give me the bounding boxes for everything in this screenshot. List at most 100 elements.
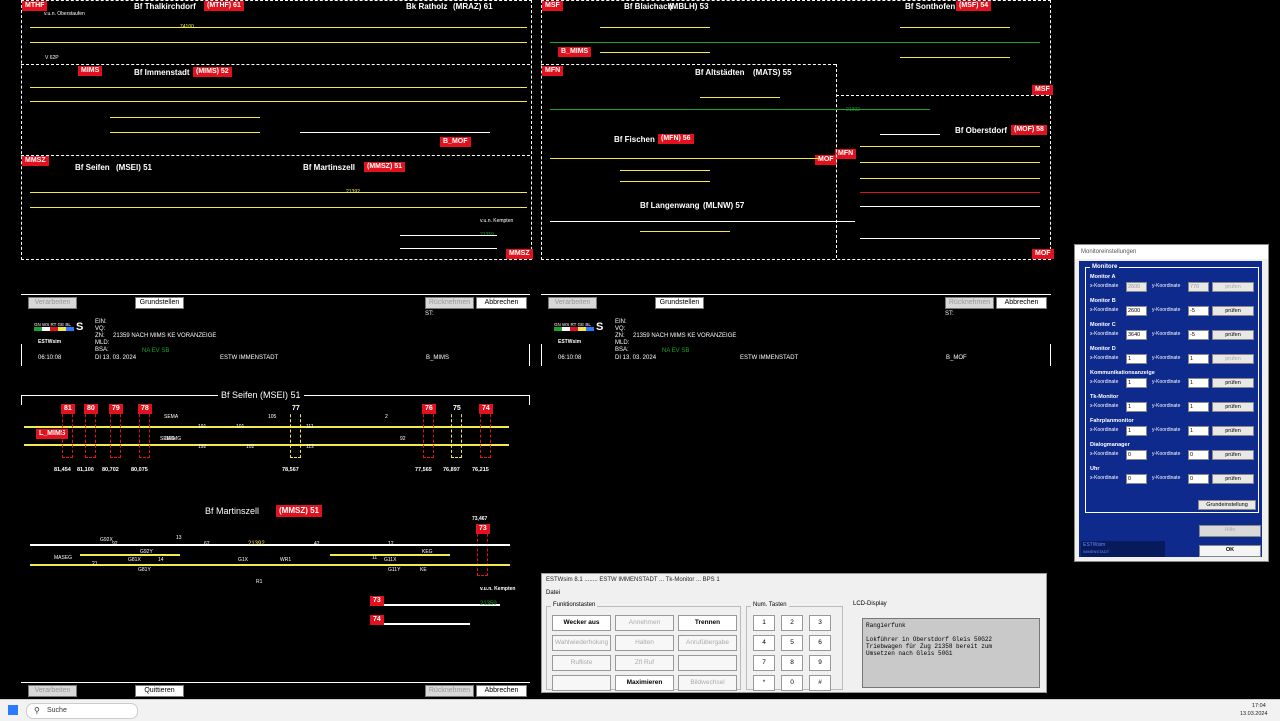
b-mims-tag[interactable]: B_MIMS — [558, 47, 592, 57]
monitor-row-y-input[interactable]: -5 — [1188, 330, 1209, 340]
tk-func-button[interactable] — [678, 655, 737, 671]
monitor-row-x-input[interactable]: 1 — [1126, 426, 1147, 436]
tk-num-key[interactable]: 7 — [753, 655, 775, 671]
ctl-right-abbrechen-button[interactable]: Abbrechen — [996, 297, 1047, 309]
mfn-tag-right[interactable]: MFN — [835, 149, 857, 159]
track-seifen-2 — [30, 207, 527, 208]
monitor-row-y-input[interactable]: 770 — [1188, 282, 1209, 292]
seifen-signal-label[interactable]: 75 — [450, 404, 464, 414]
ctl-bottom-quittieren-button[interactable]: Quittieren — [135, 685, 184, 697]
grundeinstellung-button[interactable]: Grundeinstellung — [1198, 500, 1256, 510]
monitor-row-y-input[interactable]: 1 — [1188, 354, 1209, 364]
seifen-signal-label[interactable]: 78 — [138, 404, 152, 414]
tk-num-key[interactable]: * — [753, 675, 775, 691]
ctl-right-ruecknehmen-button[interactable]: Rücknehmen — [945, 297, 994, 309]
tk-func-button[interactable] — [552, 675, 611, 691]
monitor-row-x-input[interactable]: 1 — [1126, 402, 1147, 412]
monitor-row-check-button[interactable]: prüfen — [1212, 450, 1254, 460]
monitor-row-check-button[interactable]: prüfen — [1212, 282, 1254, 292]
monitor-row-check-button[interactable]: prüfen — [1212, 306, 1254, 316]
monitor-row-x-label: x-Koordinate — [1090, 427, 1119, 433]
mims-tag[interactable]: MIMS — [78, 66, 103, 76]
tk-func-button[interactable]: Maximieren — [615, 675, 674, 691]
b-mof-tag[interactable]: B_MOF — [440, 137, 471, 147]
ctl-left-ruecknehmen-button[interactable]: Rücknehmen — [425, 297, 474, 309]
tk-func-button[interactable]: Rufliste — [552, 655, 611, 671]
tk-num-key[interactable]: 6 — [809, 635, 831, 651]
mmsz-tag-left[interactable]: MMSZ — [22, 156, 49, 166]
tk-func-button[interactable]: Annehmen — [615, 615, 674, 631]
ctl-bottom-verarbeiten-button[interactable]: Verarbeiten — [28, 685, 77, 697]
monitor-row-check-button[interactable]: prüfen — [1212, 426, 1254, 436]
tk-func-button[interactable]: Bildwechsel — [678, 675, 737, 691]
tk-num-key[interactable]: 0 — [781, 675, 803, 691]
tk-num-key[interactable]: # — [809, 675, 831, 691]
monitor-row-check-button[interactable]: prüfen — [1212, 378, 1254, 388]
mof-tag-bottom[interactable]: MOF — [1032, 249, 1054, 259]
monitor-row-x-input[interactable]: 2600 — [1126, 282, 1147, 292]
mfn-tag[interactable]: MFN — [542, 66, 564, 76]
seifen-signal-label[interactable]: 80 — [84, 404, 98, 414]
tk-num-key[interactable]: 9 — [809, 655, 831, 671]
monitor-row-check-button[interactable]: prüfen — [1212, 354, 1254, 364]
msf-tag-right[interactable]: MSF — [1032, 85, 1053, 95]
hilfe-button[interactable]: Hilfe — [1199, 525, 1261, 537]
ctl-bottom-ruecknehmen-button[interactable]: Rücknehmen — [425, 685, 474, 697]
monitor-row-y-input[interactable]: 0 — [1188, 474, 1209, 484]
monitor-row-y-input[interactable]: 1 — [1188, 426, 1209, 436]
tk-func-button[interactable]: Halten — [615, 635, 674, 651]
monitor-row-y-input[interactable]: -5 — [1188, 306, 1209, 316]
monitor-row-check-button[interactable]: prüfen — [1212, 474, 1254, 484]
tk-func-button[interactable]: Zfl Ruf — [615, 655, 674, 671]
ctl-right-verarbeiten-button[interactable]: Verarbeiten — [548, 297, 597, 309]
monitor-row-x-input[interactable]: 0 — [1126, 474, 1147, 484]
monitor-row-y-input[interactable]: 1 — [1188, 402, 1209, 412]
seifen-signal-label[interactable]: 76 — [422, 404, 436, 414]
seifen-signal-label[interactable]: 77 — [289, 404, 303, 414]
monitor-row-y-input[interactable]: 0 — [1188, 450, 1209, 460]
tk-func-button[interactable]: Wecker aus — [552, 615, 611, 631]
ctl-left-area: B_MIMS — [426, 355, 450, 361]
monitor-row-check-button[interactable]: prüfen — [1212, 330, 1254, 340]
tk-num-key[interactable]: 5 — [781, 635, 803, 651]
tk-func-button[interactable]: Wahlwiederholung — [552, 635, 611, 651]
windows-start-icon[interactable] — [8, 705, 18, 715]
tk-menu-datei[interactable]: Datei — [546, 590, 560, 596]
seifen-signal-label[interactable]: 81 — [61, 404, 75, 414]
martinszell-signal[interactable]: 73 — [476, 524, 490, 534]
monitor-row-x-input[interactable]: 0 — [1126, 450, 1147, 460]
tk-num-key[interactable]: 3 — [809, 615, 831, 631]
tk-func-button[interactable]: Trennen — [678, 615, 737, 631]
monitor-row-x-input[interactable]: 3640 — [1126, 330, 1147, 340]
msf-tag[interactable]: MSF — [542, 1, 563, 11]
ctl-bottom-abbrechen-button[interactable]: Abbrechen — [476, 685, 527, 697]
tk-num-key[interactable]: 8 — [781, 655, 803, 671]
monitor-row-check-button[interactable]: prüfen — [1212, 402, 1254, 412]
monitor-row-y-input[interactable]: 1 — [1188, 378, 1209, 388]
monitor-row-x-input[interactable]: 1 — [1126, 378, 1147, 388]
taskbar-search[interactable]: ⚲ Suche — [26, 703, 138, 719]
monitor-row-x-input[interactable]: 1 — [1126, 354, 1147, 364]
monitor-row-x-input[interactable]: 2600 — [1126, 306, 1147, 316]
ctl-left-grundstellen-button[interactable]: Grundstellen — [135, 297, 184, 309]
kempten-detail-signal-1[interactable]: 73 — [370, 596, 384, 606]
tk-num-key[interactable]: 4 — [753, 635, 775, 651]
seifen-signal-label[interactable]: 74 — [479, 404, 493, 414]
tk-func-button[interactable]: Anrufübergabe — [678, 635, 737, 651]
tk-num-key[interactable]: 1 — [753, 615, 775, 631]
mof-tag[interactable]: MOF — [815, 155, 837, 165]
mthf-tag[interactable]: MTHF — [22, 1, 48, 11]
mmsz-tag-bottom[interactable]: MMSZ — [506, 249, 533, 259]
ctl-right-grundstellen-button[interactable]: Grundstellen — [655, 297, 704, 309]
ok-button[interactable]: OK — [1199, 545, 1261, 557]
seifen-signal-label[interactable]: 79 — [109, 404, 123, 414]
ctl-left-verarbeiten-button[interactable]: Verarbeiten — [28, 297, 77, 309]
tk-num-group-label: Num. Tasten — [751, 602, 789, 608]
martinszell-track-label: G81Y — [138, 567, 151, 573]
kempten-detail-signal-2[interactable]: 74 — [370, 615, 384, 625]
tk-func-group-label: Funktionstasten — [551, 602, 598, 608]
tk-num-key[interactable]: 2 — [781, 615, 803, 631]
ctl-left-abbrechen-button[interactable]: Abbrechen — [476, 297, 527, 309]
tk-func-group: Funktionstasten Wecker aus Annehmen Trenne… — [546, 602, 741, 691]
monitor-row-x-label: x-Koordinate — [1090, 331, 1119, 337]
